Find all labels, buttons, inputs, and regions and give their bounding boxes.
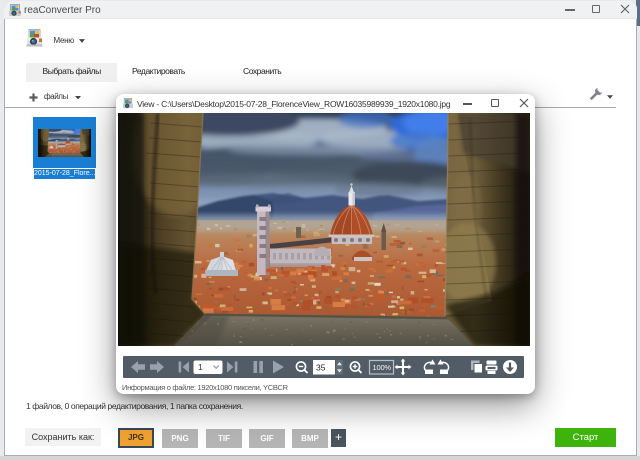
svg-text:1: 1: [198, 362, 203, 372]
svg-text:100%: 100%: [373, 362, 392, 371]
svg-text:35: 35: [316, 362, 326, 372]
